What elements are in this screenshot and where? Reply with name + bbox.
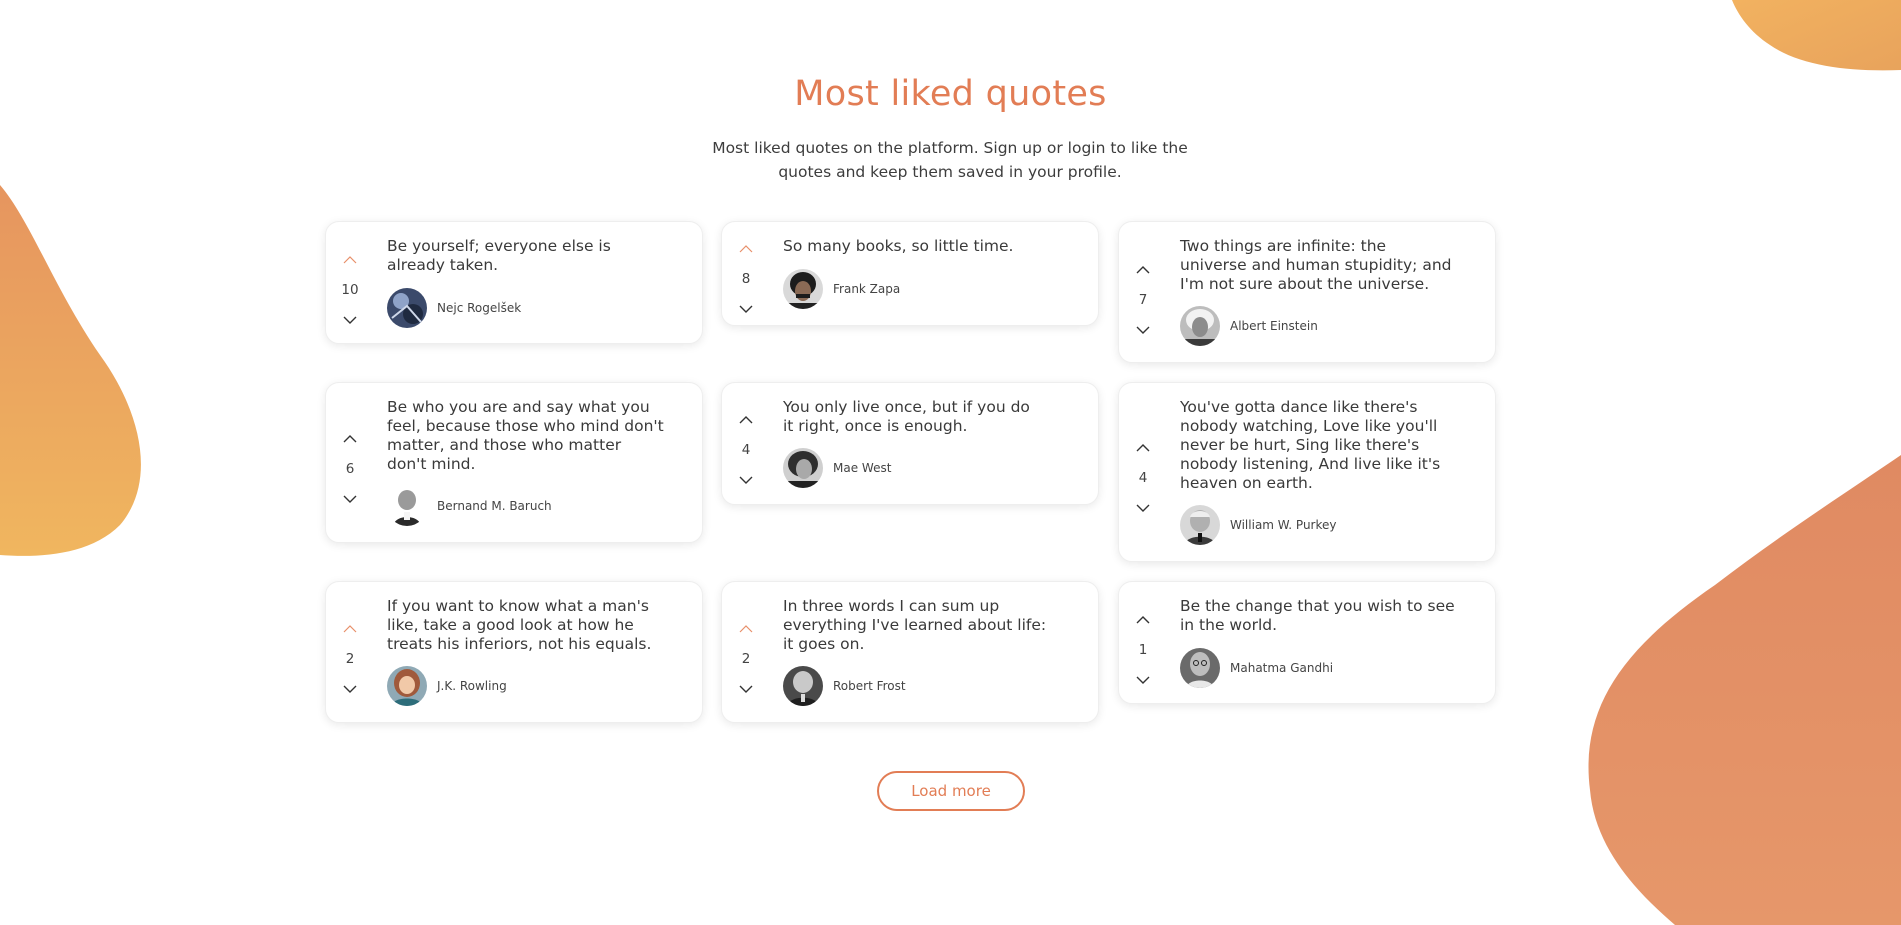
upvote-arrow-icon[interactable]: [738, 415, 754, 425]
vote-count: 7: [1138, 292, 1148, 308]
quote-card: 8 So many books, so little time. Frank Z…: [721, 221, 1099, 326]
vote-control: 10: [340, 255, 360, 325]
quote-text: In three words I can sum up everything I…: [783, 597, 1047, 653]
quote-text: You only live once, but if you do it rig…: [783, 398, 1030, 435]
vote-count: 1: [1138, 642, 1148, 658]
avatar: [1180, 648, 1220, 688]
decorative-blob-bottom-right: [1588, 455, 1901, 925]
downvote-arrow-icon[interactable]: [342, 315, 358, 325]
quote-text: If you want to know what a man's like, t…: [387, 597, 652, 653]
quote-card: 6 Be who you are and say what you feel, …: [325, 382, 703, 543]
quote-text: So many books, so little time.: [783, 237, 1014, 255]
author-name: J.K. Rowling: [437, 679, 507, 693]
quote-text: Be yourself; everyone else is already ta…: [387, 237, 611, 274]
quote-card: 7 Two things are infinite: the universe …: [1118, 221, 1496, 363]
load-more-button[interactable]: Load more: [877, 771, 1025, 811]
downvote-arrow-icon[interactable]: [1135, 675, 1151, 685]
avatar: [783, 448, 823, 488]
vote-count: 6: [345, 461, 355, 477]
quote-card: 4 You've gotta dance like there's nobody…: [1118, 382, 1496, 562]
downvote-arrow-icon[interactable]: [738, 475, 754, 485]
upvote-arrow-icon[interactable]: [1135, 443, 1151, 453]
avatar: [387, 486, 427, 526]
vote-control: 2: [340, 624, 360, 694]
avatar: [1180, 505, 1220, 545]
quote-author[interactable]: Nejc Rogelšek: [387, 288, 521, 328]
upvote-arrow-icon[interactable]: [342, 255, 358, 265]
avatar: [387, 288, 427, 328]
vote-control: 4: [736, 415, 756, 485]
quote-author[interactable]: Mae West: [783, 448, 891, 488]
downvote-arrow-icon[interactable]: [342, 494, 358, 504]
quote-card: 10 Be yourself; everyone else is already…: [325, 221, 703, 344]
quote-author[interactable]: Albert Einstein: [1180, 306, 1318, 346]
decorative-blob-top-right: [1732, 0, 1901, 71]
page-subtitle: Most liked quotes on the platform. Sign …: [712, 139, 1188, 181]
page-title: Most liked quotes: [794, 74, 1107, 114]
vote-control: 7: [1133, 265, 1153, 335]
quote-author[interactable]: William W. Purkey: [1180, 505, 1336, 545]
avatar: [1180, 306, 1220, 346]
vote-control: 6: [340, 434, 360, 504]
quote-card: 4 You only live once, but if you do it r…: [721, 382, 1099, 505]
upvote-arrow-icon[interactable]: [1135, 615, 1151, 625]
downvote-arrow-icon[interactable]: [738, 304, 754, 314]
avatar: [387, 666, 427, 706]
vote-count: 4: [741, 442, 751, 458]
quote-author[interactable]: J.K. Rowling: [387, 666, 507, 706]
upvote-arrow-icon[interactable]: [342, 434, 358, 444]
quote-card: 2 In three words I can sum up everything…: [721, 581, 1099, 723]
author-name: Nejc Rogelšek: [437, 301, 522, 315]
quote-text: You've gotta dance like there's nobody w…: [1180, 398, 1441, 492]
vote-count: 2: [345, 651, 355, 667]
avatar: [783, 269, 823, 309]
vote-control: 4: [1133, 443, 1153, 513]
vote-count: 2: [741, 651, 751, 667]
quote-author[interactable]: Mahatma Gandhi: [1180, 648, 1333, 688]
quote-author[interactable]: Frank Zapa: [783, 269, 900, 309]
downvote-arrow-icon[interactable]: [342, 684, 358, 694]
avatar: [783, 666, 823, 706]
downvote-arrow-icon[interactable]: [738, 684, 754, 694]
upvote-arrow-icon[interactable]: [1135, 265, 1151, 275]
quote-text: Be the change that you wish to see in th…: [1180, 597, 1455, 634]
quote-text: Two things are infinite: the universe an…: [1180, 237, 1452, 293]
vote-control: 1: [1133, 615, 1153, 685]
upvote-arrow-icon[interactable]: [738, 624, 754, 634]
quote-text: Be who you are and say what you feel, be…: [387, 398, 664, 473]
vote-control: 2: [736, 624, 756, 694]
author-name: Bernand M. Baruch: [437, 499, 552, 513]
downvote-arrow-icon[interactable]: [1135, 325, 1151, 335]
downvote-arrow-icon[interactable]: [1135, 503, 1151, 513]
quote-card: 2 If you want to know what a man's like,…: [325, 581, 703, 723]
author-name: Mahatma Gandhi: [1230, 661, 1334, 675]
author-name: Frank Zapa: [833, 282, 901, 296]
vote-count: 8: [741, 271, 751, 287]
upvote-arrow-icon[interactable]: [342, 624, 358, 634]
upvote-arrow-icon[interactable]: [738, 244, 754, 254]
vote-count: 4: [1138, 470, 1148, 486]
vote-control: 8: [736, 244, 756, 314]
decorative-blob-left: [0, 185, 141, 556]
quote-author[interactable]: Robert Frost: [783, 666, 906, 706]
author-name: Mae West: [833, 461, 892, 475]
vote-count: 10: [341, 282, 359, 298]
quote-card: 1 Be the change that you wish to see in …: [1118, 581, 1496, 704]
author-name: William W. Purkey: [1230, 518, 1337, 532]
quote-author[interactable]: Bernand M. Baruch: [387, 486, 552, 526]
author-name: Robert Frost: [833, 679, 906, 693]
author-name: Albert Einstein: [1230, 319, 1318, 333]
